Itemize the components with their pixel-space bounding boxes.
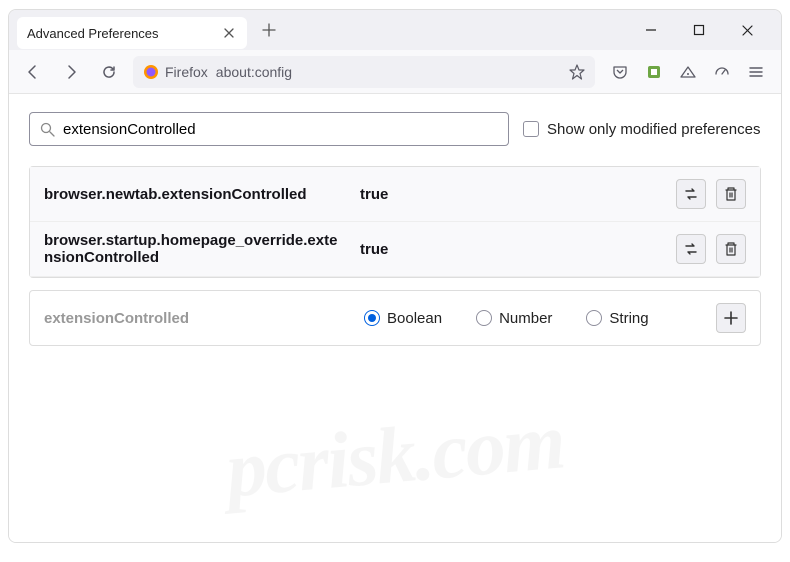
preference-actions	[676, 234, 746, 264]
radio-boolean[interactable]: Boolean	[364, 310, 442, 327]
identity-label: Firefox	[165, 64, 208, 80]
preference-actions	[676, 179, 746, 209]
toggle-button[interactable]	[676, 234, 706, 264]
preference-search-input[interactable]	[63, 121, 498, 138]
radio-string[interactable]: String	[586, 310, 648, 327]
firefox-icon	[143, 64, 159, 80]
radio-label: Boolean	[387, 310, 442, 327]
close-window-button[interactable]	[737, 20, 757, 40]
checkbox-text: Show only modified preferences	[547, 121, 760, 138]
preference-search-box[interactable]	[29, 112, 509, 146]
preference-row: browser.newtab.extensionControlled true	[30, 167, 760, 222]
bookmark-star-icon[interactable]	[569, 64, 585, 80]
preference-list: browser.newtab.extensionControlled true …	[29, 166, 761, 278]
type-radio-group: Boolean Number String	[364, 310, 696, 327]
pocket-icon[interactable]	[611, 63, 629, 81]
content-area: pcrisk.com Show only modified preference…	[9, 94, 781, 542]
new-tab-button[interactable]	[255, 16, 283, 44]
watermark: pcrisk.com	[223, 396, 567, 516]
search-icon	[40, 122, 55, 137]
preference-value: true	[360, 186, 660, 203]
nav-toolbar: Firefox about:config	[9, 50, 781, 94]
browser-window: Advanced Preferences	[8, 9, 782, 543]
preference-name: browser.startup.homepage_override.extens…	[44, 232, 344, 266]
extension-icon[interactable]	[645, 63, 663, 81]
radio-input[interactable]	[476, 310, 492, 326]
browser-tab[interactable]: Advanced Preferences	[17, 17, 247, 49]
show-modified-checkbox-label[interactable]: Show only modified preferences	[523, 121, 760, 138]
url-text: about:config	[216, 64, 561, 80]
add-preference-button[interactable]	[716, 303, 746, 333]
search-row: Show only modified preferences	[29, 112, 761, 146]
radio-number[interactable]: Number	[476, 310, 552, 327]
add-preference-row: extensionControlled Boolean Number Strin…	[29, 290, 761, 346]
radio-input[interactable]	[364, 310, 380, 326]
url-bar[interactable]: Firefox about:config	[133, 56, 595, 88]
account-icon[interactable]	[679, 63, 697, 81]
window-controls	[641, 20, 773, 40]
maximize-button[interactable]	[689, 20, 709, 40]
preference-name: browser.newtab.extensionControlled	[44, 186, 344, 203]
toggle-button[interactable]	[676, 179, 706, 209]
reload-button[interactable]	[95, 58, 123, 86]
toolbar-icons	[605, 63, 771, 81]
forward-button[interactable]	[57, 58, 85, 86]
back-button[interactable]	[19, 58, 47, 86]
identity-box[interactable]: Firefox	[143, 64, 208, 80]
titlebar: Advanced Preferences	[9, 10, 781, 50]
preference-value: true	[360, 241, 660, 258]
delete-button[interactable]	[716, 179, 746, 209]
delete-button[interactable]	[716, 234, 746, 264]
preference-row: browser.startup.homepage_override.extens…	[30, 222, 760, 277]
tab-title: Advanced Preferences	[27, 26, 221, 41]
minimize-button[interactable]	[641, 20, 661, 40]
radio-label: Number	[499, 310, 552, 327]
radio-label: String	[609, 310, 648, 327]
close-tab-icon[interactable]	[221, 25, 237, 41]
profiler-icon[interactable]	[713, 63, 731, 81]
radio-input[interactable]	[586, 310, 602, 326]
menu-icon[interactable]	[747, 63, 765, 81]
new-preference-name: extensionControlled	[44, 310, 344, 327]
show-modified-checkbox[interactable]	[523, 121, 539, 137]
